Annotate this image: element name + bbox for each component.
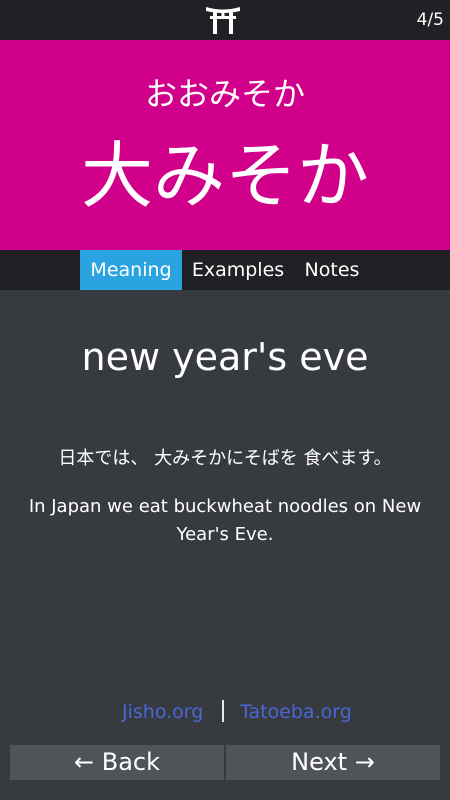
meaning-text: new year's eve: [81, 335, 369, 379]
top-bar: 4/5: [0, 0, 450, 40]
next-button[interactable]: Next →: [226, 745, 440, 780]
reference-links: Jisho.org Tatoeba.org: [0, 696, 450, 728]
example-sentence-japanese: 日本では、 大みそかにそばを 食べます。: [58, 448, 392, 469]
word-kanji: 大みそか: [80, 134, 369, 218]
word-reading: おおみそか: [144, 75, 305, 113]
tab-notes[interactable]: Notes: [296, 250, 368, 290]
example-sentence-english: In Japan we eat buckwheat noodles on New…: [28, 496, 422, 545]
back-button[interactable]: ← Back: [10, 745, 224, 780]
flashcard-app: 4/5 おおみそか 大みそか Meaning Examples Notes ne…: [0, 0, 450, 800]
progress-counter: 4/5: [416, 10, 444, 30]
tab-bar: Meaning Examples Notes: [0, 250, 450, 290]
tab-meaning[interactable]: Meaning: [80, 250, 182, 290]
jisho-link[interactable]: Jisho.org: [122, 696, 203, 728]
torii-gate-icon: [206, 7, 240, 34]
word-card: おおみそか 大みそか: [0, 40, 450, 250]
tab-examples[interactable]: Examples: [186, 250, 290, 290]
tatoeba-link[interactable]: Tatoeba.org: [240, 696, 352, 728]
link-separator: [222, 700, 224, 722]
